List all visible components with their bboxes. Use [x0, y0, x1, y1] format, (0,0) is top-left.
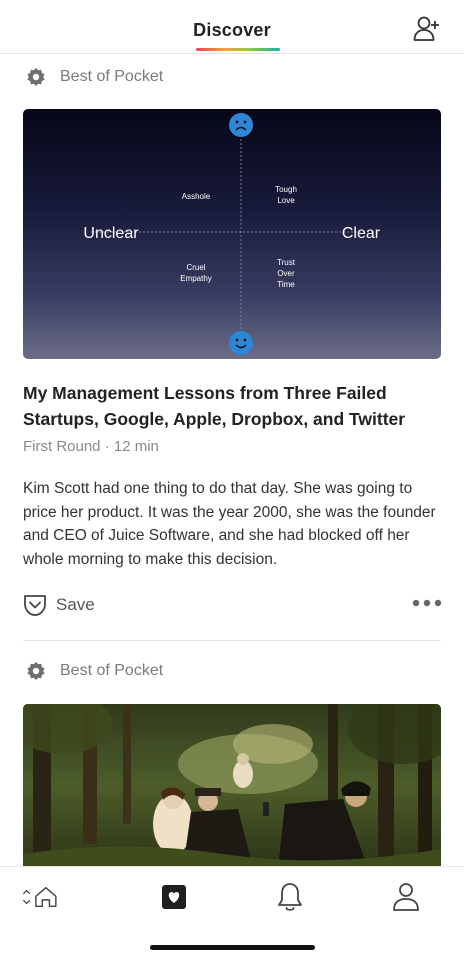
label-clear: Clear	[342, 225, 381, 242]
tab-profile[interactable]	[386, 877, 426, 917]
notifications-icon	[278, 883, 302, 911]
more-icon[interactable]	[412, 596, 442, 610]
quadrant-label: Trust	[277, 258, 296, 267]
article-meta: First Round · 12 min	[23, 438, 159, 455]
article-title[interactable]: My Management Lessons from Three Failed …	[23, 380, 443, 432]
quadrant-label: Time	[277, 280, 295, 289]
save-button[interactable]: Save	[22, 591, 95, 619]
divider	[23, 640, 441, 641]
source-label: Best of Pocket	[60, 68, 164, 85]
badge-icon	[26, 661, 46, 681]
profile-icon	[393, 883, 419, 911]
tab-notifications[interactable]	[270, 877, 310, 917]
page-title: Discover	[193, 20, 271, 40]
save-label: Save	[56, 595, 95, 614]
sad-face-icon	[229, 113, 253, 137]
quadrant-label: Empathy	[180, 274, 212, 283]
source-label: Best of Pocket	[60, 662, 164, 679]
tab-bar	[0, 866, 464, 960]
home-icon	[23, 887, 57, 907]
add-user-icon[interactable]	[412, 14, 442, 44]
saves-icon	[162, 885, 186, 909]
badge-icon	[26, 67, 46, 87]
source-row: Best of Pocket	[26, 65, 163, 89]
tab-saves[interactable]	[154, 877, 194, 917]
pocket-save-icon	[22, 592, 48, 618]
quadrant-label: Love	[277, 196, 295, 205]
home-indicator	[150, 945, 315, 950]
happy-face-icon	[229, 331, 253, 355]
tab-home[interactable]	[18, 877, 58, 917]
article-excerpt: Kim Scott had one thing to do that day. …	[23, 480, 436, 568]
title-underline	[196, 48, 280, 51]
quadrant-label: Over	[277, 269, 295, 278]
source-row: Best of Pocket	[26, 659, 163, 683]
quadrant-label: Cruel	[186, 263, 205, 272]
header: Discover	[0, 0, 464, 54]
painting-image[interactable]	[23, 704, 441, 868]
label-unclear: Unclear	[83, 225, 139, 242]
article-image[interactable]: Unclear Clear Asshole Tough Love Cruel E…	[23, 109, 441, 359]
quadrant-label: Asshole	[182, 192, 211, 201]
quadrant-label: Tough	[275, 185, 297, 194]
